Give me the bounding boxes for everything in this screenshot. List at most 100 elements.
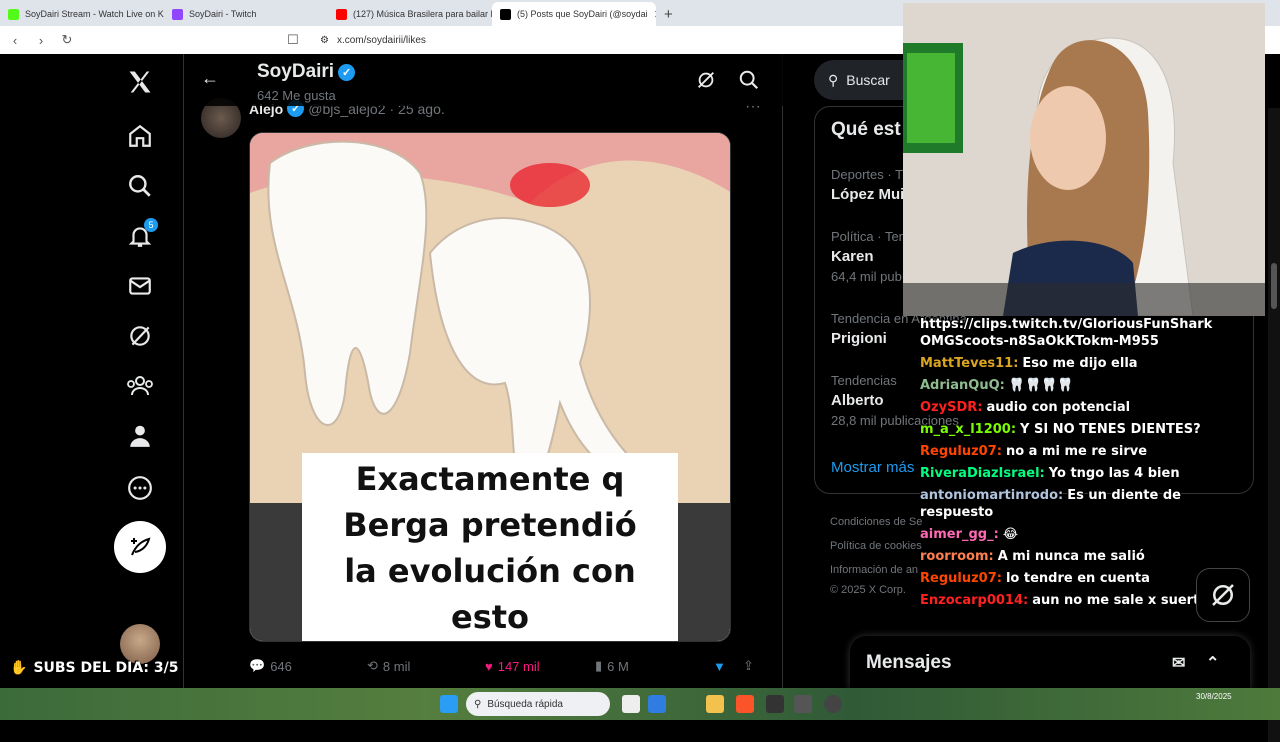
caption-line: Exactamente q (355, 460, 625, 498)
profile-header: ← SoyDairi ✓ 642 Me gusta (185, 54, 783, 106)
chat-text: 😂 (1002, 527, 1019, 542)
chat-message: OzySDR: audio con potencial (920, 399, 1234, 416)
reply-count: 646 (270, 658, 292, 674)
chat-message: MattTeves11: Eso me dijo ella (920, 355, 1234, 372)
page-scrollbar[interactable] (1268, 108, 1280, 742)
messages-title: Mensajes (866, 652, 952, 673)
notifications-bell-icon[interactable]: 5 (120, 216, 160, 256)
trend-name: López Mui (831, 186, 905, 203)
reload-icon[interactable]: ↻ (60, 32, 74, 48)
account-avatar[interactable] (120, 624, 160, 664)
share-button[interactable]: ⇪ (743, 658, 754, 674)
subs-overlay: ✋ SUBS DEL DIA: 3/5 (10, 660, 179, 676)
brave-browser-icon[interactable] (736, 695, 754, 713)
chat-text: A mi nunca me salió (997, 549, 1145, 564)
reply-button[interactable]: 💬 646 (249, 658, 367, 674)
repost-button[interactable]: ⟲ 8 mil (367, 658, 485, 674)
trend-category: Tendencias (831, 373, 897, 388)
tab-title: SoyDairi - Twitch (189, 9, 257, 19)
more-options-icon[interactable] (120, 468, 160, 508)
communities-icon[interactable] (120, 366, 160, 406)
grid-app-icon[interactable] (794, 695, 812, 713)
search-placeholder: Buscar (846, 72, 890, 88)
taskbar-clock[interactable]: 30/8/2025 (1196, 691, 1232, 702)
terminal-icon[interactable] (766, 695, 784, 713)
tweet-media-image[interactable]: Exactamente q Berga pretendió la evoluci… (249, 132, 731, 642)
youtube-favicon-icon (336, 8, 347, 20)
folder-icon[interactable] (706, 695, 724, 713)
views-button[interactable]: ▮ 6 M (595, 658, 713, 674)
footer-link[interactable]: Política de cookies (830, 540, 922, 552)
tab-x-likes[interactable]: (5) Posts que SoyDairi (@soydai✕ (492, 2, 656, 26)
views-chart-icon: ▮ (595, 658, 603, 673)
taskbar-search[interactable]: ⚲ Búsqueda rápida (466, 692, 610, 716)
footer-link[interactable]: Condiciones de Se (830, 516, 922, 528)
chat-message: Reguluz07: no a mi me re sirve (920, 443, 1234, 460)
show-more-link[interactable]: Mostrar más (831, 459, 914, 476)
share-icon: ⇪ (743, 658, 754, 673)
view-count: 6 M (607, 658, 629, 674)
trend-item[interactable]: Política · Ten Karen 64,4 mil pub (831, 227, 906, 287)
windows-start-icon[interactable] (440, 695, 458, 713)
back-arrow-icon[interactable]: ‹ (8, 33, 22, 48)
obs-icon[interactable] (824, 695, 842, 713)
chat-username: Reguluz07: (920, 571, 1002, 586)
forward-arrow-icon[interactable]: › (34, 33, 48, 48)
explore-search-icon[interactable] (120, 166, 160, 206)
expand-chevron-icon[interactable]: ⌃ (1206, 653, 1219, 673)
bookmark-button[interactable]: ▼ (713, 659, 743, 674)
profile-person-icon[interactable] (120, 416, 160, 456)
home-icon[interactable] (120, 116, 160, 156)
main-column: Alejo ✓ @bjs_alejo2 · 25 ago. ··· ← SoyDair… (185, 54, 783, 688)
search-icon[interactable] (738, 69, 760, 91)
scrollbar-thumb[interactable] (1271, 263, 1277, 309)
hand-icon: ✋ (10, 660, 28, 676)
copilot-icon[interactable] (648, 695, 666, 713)
url-field[interactable]: ⚙ x.com/soydairii/likes (320, 35, 426, 46)
chat-username: AdrianQuQ: (920, 378, 1005, 393)
tab-title: SoyDairi Stream - Watch Live on Kick (25, 9, 164, 19)
taskbar-search-label: Búsqueda rápida (487, 698, 563, 710)
chat-message: m_a_x_l1200: Y SI NO TENES DIENTES? (920, 421, 1234, 438)
grok-icon[interactable] (695, 69, 717, 91)
chat-username: MattTeves11: (920, 356, 1019, 371)
grok-icon[interactable] (120, 316, 160, 356)
search-icon: ⚲ (828, 71, 839, 88)
new-message-icon[interactable]: ✉ (1172, 653, 1185, 673)
chat-message: Reguluz07: lo tendre en cuenta (920, 570, 1234, 587)
tab-twitch[interactable]: SoyDairi - Twitch (164, 2, 328, 26)
bookmark-icon: ▼ (713, 658, 726, 674)
site-info-icon[interactable]: ⚙ (320, 35, 329, 46)
file-icon[interactable] (622, 695, 640, 713)
chat-username: m_a_x_l1200: (920, 422, 1017, 437)
meme-caption: Exactamente q Berga pretendió la evoluci… (302, 453, 678, 641)
back-arrow-icon[interactable]: ← (201, 68, 219, 89)
trends-title: Qué est (831, 119, 901, 140)
x-logo-icon[interactable] (120, 62, 160, 102)
reply-icon: 💬 (249, 658, 266, 673)
tab-youtube[interactable]: (127) Música Brasilera para bailar M (328, 2, 492, 26)
chat-message: antoniomartinrodo: Es un diente de respue… (920, 487, 1234, 521)
trend-item[interactable]: Deportes · Tr López Mui (831, 165, 907, 205)
twitch-favicon-icon (172, 8, 183, 20)
messages-drawer[interactable]: Mensajes ✉ ⌃ (850, 636, 1250, 690)
feather-plus-icon (131, 537, 151, 556)
chat-message: AdrianQuQ: 🦷🦷🦷🦷 (920, 377, 1234, 394)
trend-posts: 64,4 mil pub (831, 269, 902, 284)
compose-post-button[interactable] (114, 521, 166, 573)
grok-floating-button[interactable] (1196, 568, 1250, 622)
chat-message: roorroom: A mi nunca me salió (920, 548, 1234, 565)
caption-line: Berga pretendió (343, 506, 637, 544)
chat-text: aun no me sale x suerte (1032, 593, 1209, 608)
tab-kick[interactable]: SoyDairi Stream - Watch Live on Kick (0, 2, 164, 26)
new-tab-button[interactable]: + (656, 2, 681, 26)
chat-username: aimer_gg_: (920, 527, 999, 542)
bookmark-icon[interactable]: ☐ (286, 32, 300, 48)
footer-link[interactable]: Información de an (830, 564, 918, 576)
profile-name: SoyDairi (257, 61, 335, 82)
verified-badge-icon: ✓ (338, 63, 356, 81)
messages-envelope-icon[interactable] (120, 266, 160, 306)
search-icon: ⚲ (474, 698, 482, 710)
like-button[interactable]: ♥ 147 mil (485, 659, 595, 674)
taskbar-date: 30/8/2025 (1196, 692, 1232, 701)
